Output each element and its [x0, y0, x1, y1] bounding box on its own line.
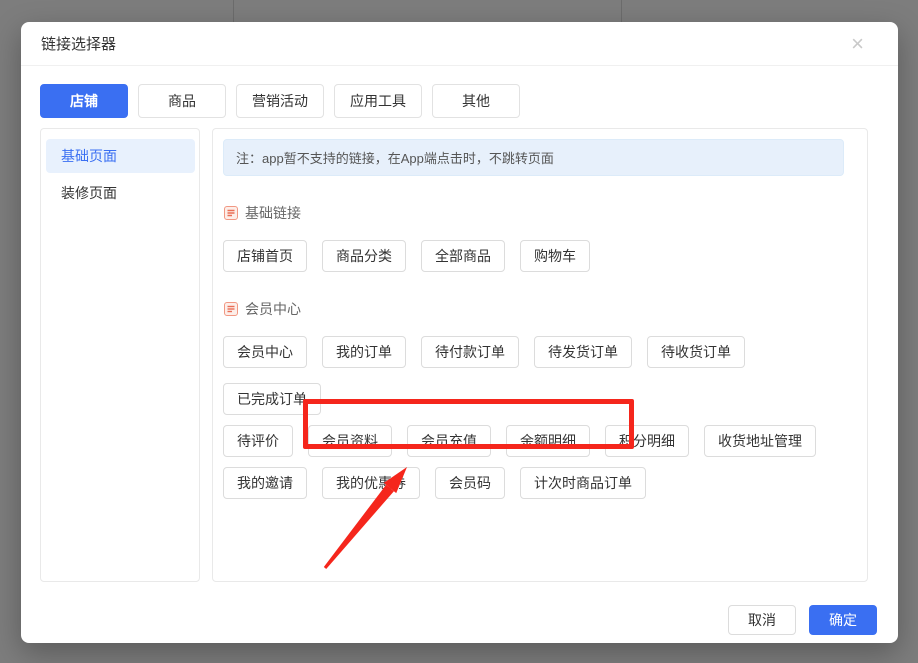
- link-row: 待评价会员资料会员充值余额明细积分明细收货地址管理: [223, 425, 857, 457]
- dialog-footer: 取消 确定: [728, 605, 877, 635]
- link-商品分类[interactable]: 商品分类: [322, 240, 406, 272]
- background-page-divider: [233, 0, 234, 22]
- list-icon: [224, 206, 238, 220]
- link-已完成订单[interactable]: 已完成订单: [223, 383, 321, 415]
- tab-商品[interactable]: 商品: [138, 84, 226, 118]
- link-积分明细[interactable]: 积分明细: [605, 425, 689, 457]
- tab-营销活动[interactable]: 营销活动: [236, 84, 324, 118]
- page-type-sidebar: 基础页面装修页面: [40, 128, 200, 582]
- section-title: 基础链接: [245, 203, 301, 223]
- links-panel: 注：app暂不支持的链接，在App端点击时，不跳转页面 基础链接店铺首页商品分类…: [212, 128, 868, 582]
- link-row: 会员中心我的订单待付款订单待发货订单待收货订单已完成订单: [223, 336, 857, 415]
- link-我的邀请[interactable]: 我的邀请: [223, 467, 307, 499]
- notice-banner: 注：app暂不支持的链接，在App端点击时，不跳转页面: [223, 139, 844, 176]
- link-计次时商品订单[interactable]: 计次时商品订单: [520, 467, 646, 499]
- link-我的优惠券[interactable]: 我的优惠券: [322, 467, 420, 499]
- confirm-button[interactable]: 确定: [809, 605, 877, 635]
- cancel-button[interactable]: 取消: [728, 605, 796, 635]
- section-title: 会员中心: [245, 299, 301, 319]
- tab-店铺[interactable]: 店铺: [40, 84, 128, 118]
- background-page-divider: [621, 0, 622, 22]
- link-待收货订单[interactable]: 待收货订单: [647, 336, 745, 368]
- close-icon[interactable]: ×: [851, 33, 864, 55]
- link-会员资料[interactable]: 会员资料: [308, 425, 392, 457]
- dialog-header: 链接选择器 ×: [21, 22, 898, 66]
- category-tabs: 店铺商品营销活动应用工具其他: [21, 66, 898, 118]
- link-sections: 基础链接店铺首页商品分类全部商品购物车会员中心会员中心我的订单待付款订单待发货订…: [223, 203, 857, 499]
- link-全部商品[interactable]: 全部商品: [421, 240, 505, 272]
- link-row: 店铺首页商品分类全部商品购物车: [223, 240, 857, 272]
- link-购物车[interactable]: 购物车: [520, 240, 590, 272]
- link-待付款订单[interactable]: 待付款订单: [421, 336, 519, 368]
- link-row: 我的邀请我的优惠券会员码计次时商品订单: [223, 467, 857, 499]
- list-icon: [224, 302, 238, 316]
- link-selector-dialog: 链接选择器 × 店铺商品营销活动应用工具其他 基础页面装修页面 注：app暂不支…: [21, 22, 898, 643]
- link-待发货订单[interactable]: 待发货订单: [534, 336, 632, 368]
- link-会员码[interactable]: 会员码: [435, 467, 505, 499]
- tab-其他[interactable]: 其他: [432, 84, 520, 118]
- link-我的订单[interactable]: 我的订单: [322, 336, 406, 368]
- dialog-title: 链接选择器: [41, 33, 116, 54]
- sidebar-item-基础页面[interactable]: 基础页面: [46, 139, 195, 173]
- link-余额明细[interactable]: 余额明细: [506, 425, 590, 457]
- section-header: 会员中心: [224, 299, 857, 319]
- link-店铺首页[interactable]: 店铺首页: [223, 240, 307, 272]
- link-会员中心[interactable]: 会员中心: [223, 336, 307, 368]
- tab-应用工具[interactable]: 应用工具: [334, 84, 422, 118]
- link-收货地址管理[interactable]: 收货地址管理: [704, 425, 816, 457]
- link-待评价[interactable]: 待评价: [223, 425, 293, 457]
- section-header: 基础链接: [224, 203, 857, 223]
- link-会员充值[interactable]: 会员充值: [407, 425, 491, 457]
- dialog-body: 基础页面装修页面 注：app暂不支持的链接，在App端点击时，不跳转页面 基础链…: [21, 118, 898, 582]
- sidebar-item-装修页面[interactable]: 装修页面: [46, 176, 195, 210]
